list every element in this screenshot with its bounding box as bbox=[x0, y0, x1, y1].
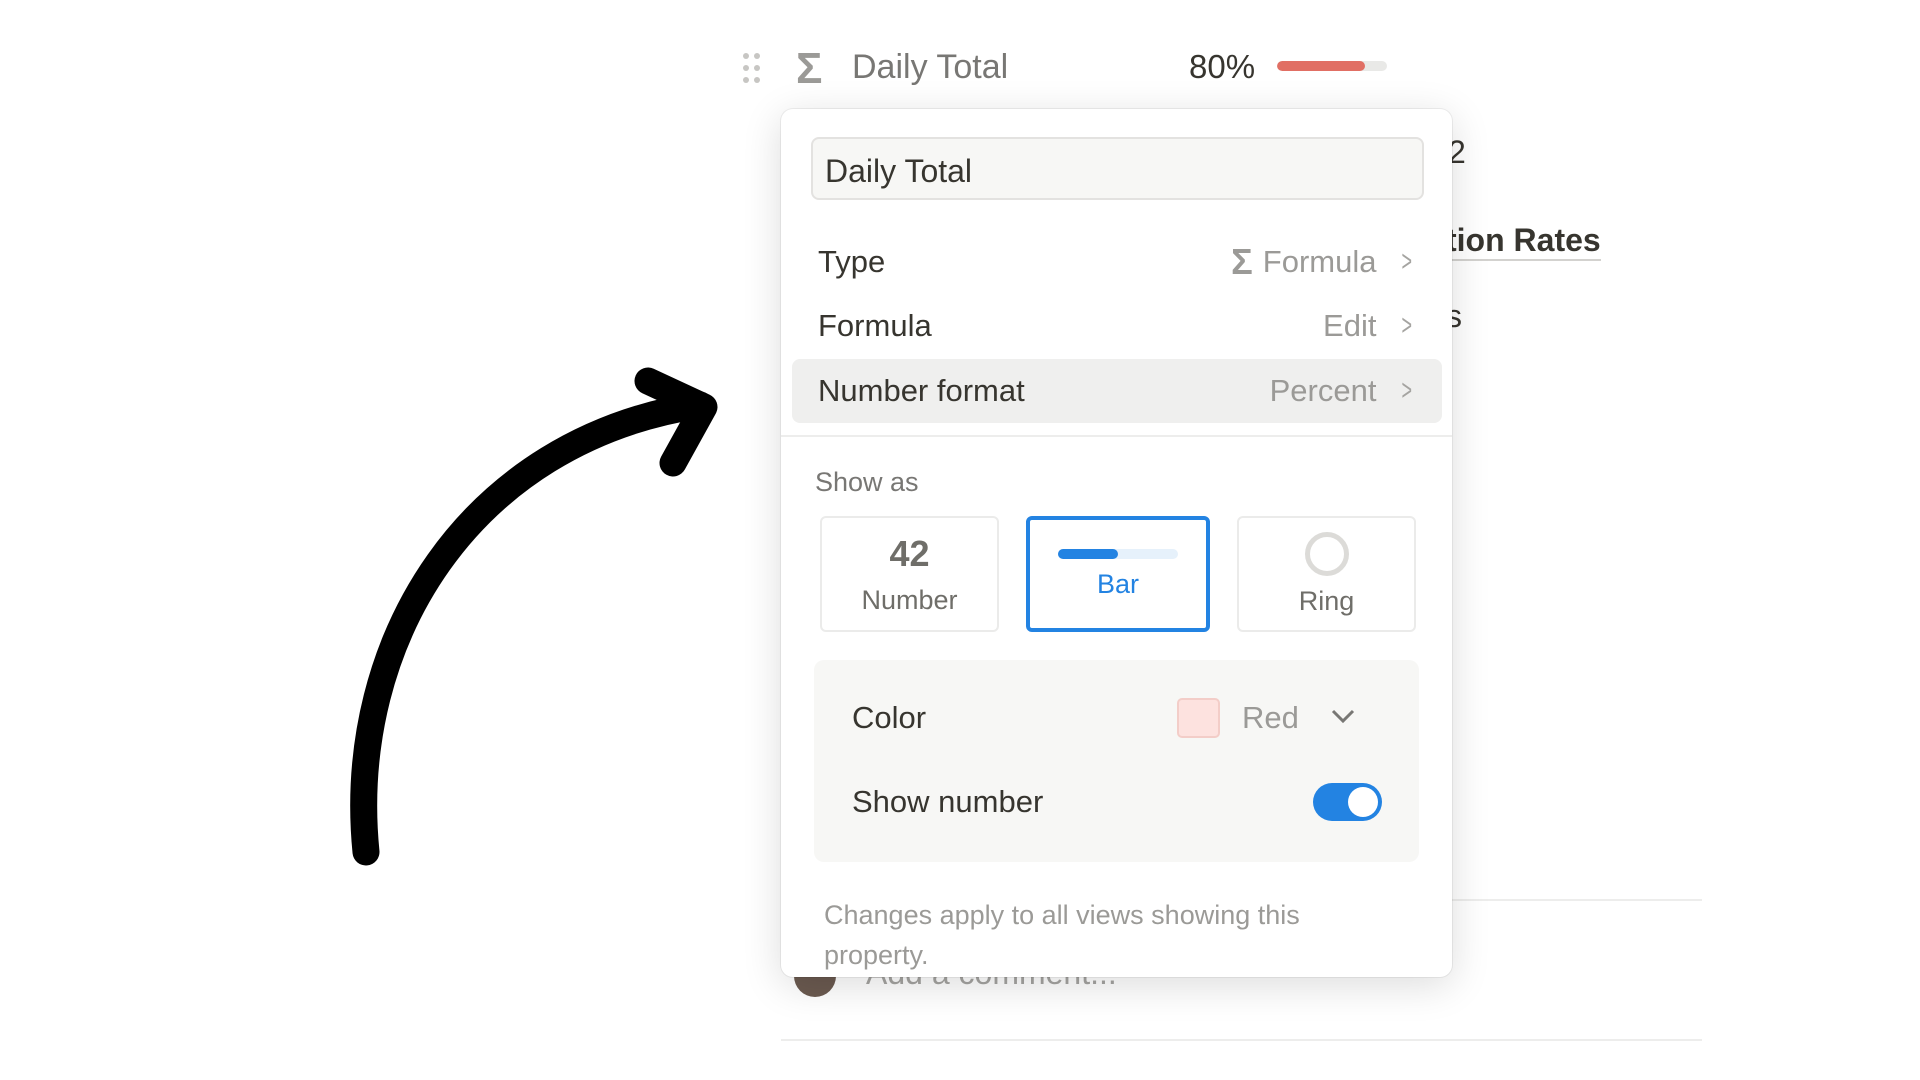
color-value: Red bbox=[1242, 700, 1299, 735]
sigma-icon: Σ bbox=[1231, 241, 1253, 282]
ring-preview-icon bbox=[1304, 531, 1349, 576]
property-name-input[interactable]: Daily Total bbox=[811, 137, 1424, 200]
option-label: Number bbox=[861, 584, 958, 615]
number-preview: 42 bbox=[889, 532, 930, 574]
option-label: Bar bbox=[1096, 568, 1140, 599]
row-value: Edit bbox=[1323, 308, 1377, 343]
row-label: Number format bbox=[818, 373, 1025, 408]
divider bbox=[781, 435, 1452, 437]
footer-note: Changes apply to all views showing this … bbox=[824, 900, 1300, 970]
bar-options-panel: Color Red Show number bbox=[814, 660, 1419, 862]
row-label: Formula bbox=[818, 308, 932, 343]
row-value: Percent bbox=[1269, 373, 1377, 408]
property-settings-popup: Daily Total Type Σ Formula > Formula Edit >… bbox=[781, 109, 1452, 977]
option-label: Ring bbox=[1298, 585, 1355, 616]
show-as-label: Show as bbox=[815, 467, 919, 497]
show-number-label: Show number bbox=[852, 784, 1044, 819]
bar-preview-icon bbox=[1058, 548, 1178, 559]
menu-row-number-format[interactable]: Number format Percent > bbox=[792, 359, 1442, 423]
chevron-right-icon: > bbox=[1401, 374, 1413, 407]
chevron-right-icon: > bbox=[1401, 245, 1413, 278]
color-swatch bbox=[1177, 698, 1220, 738]
row-label: Type bbox=[818, 244, 886, 279]
chevron-right-icon: > bbox=[1401, 309, 1413, 342]
color-select[interactable]: Red bbox=[1177, 698, 1355, 738]
show-number-toggle[interactable] bbox=[1313, 783, 1382, 821]
color-label: Color bbox=[852, 700, 927, 735]
menu-row-type[interactable]: Type Σ Formula > bbox=[792, 230, 1442, 294]
row-value: Formula bbox=[1262, 244, 1377, 279]
menu-row-formula[interactable]: Formula Edit > bbox=[792, 294, 1442, 358]
show-as-number[interactable]: 42 Number bbox=[820, 516, 999, 632]
chevron-down-icon bbox=[1331, 708, 1355, 729]
show-as-bar[interactable]: Bar bbox=[1026, 516, 1210, 632]
show-as-ring[interactable]: Ring bbox=[1237, 516, 1416, 632]
